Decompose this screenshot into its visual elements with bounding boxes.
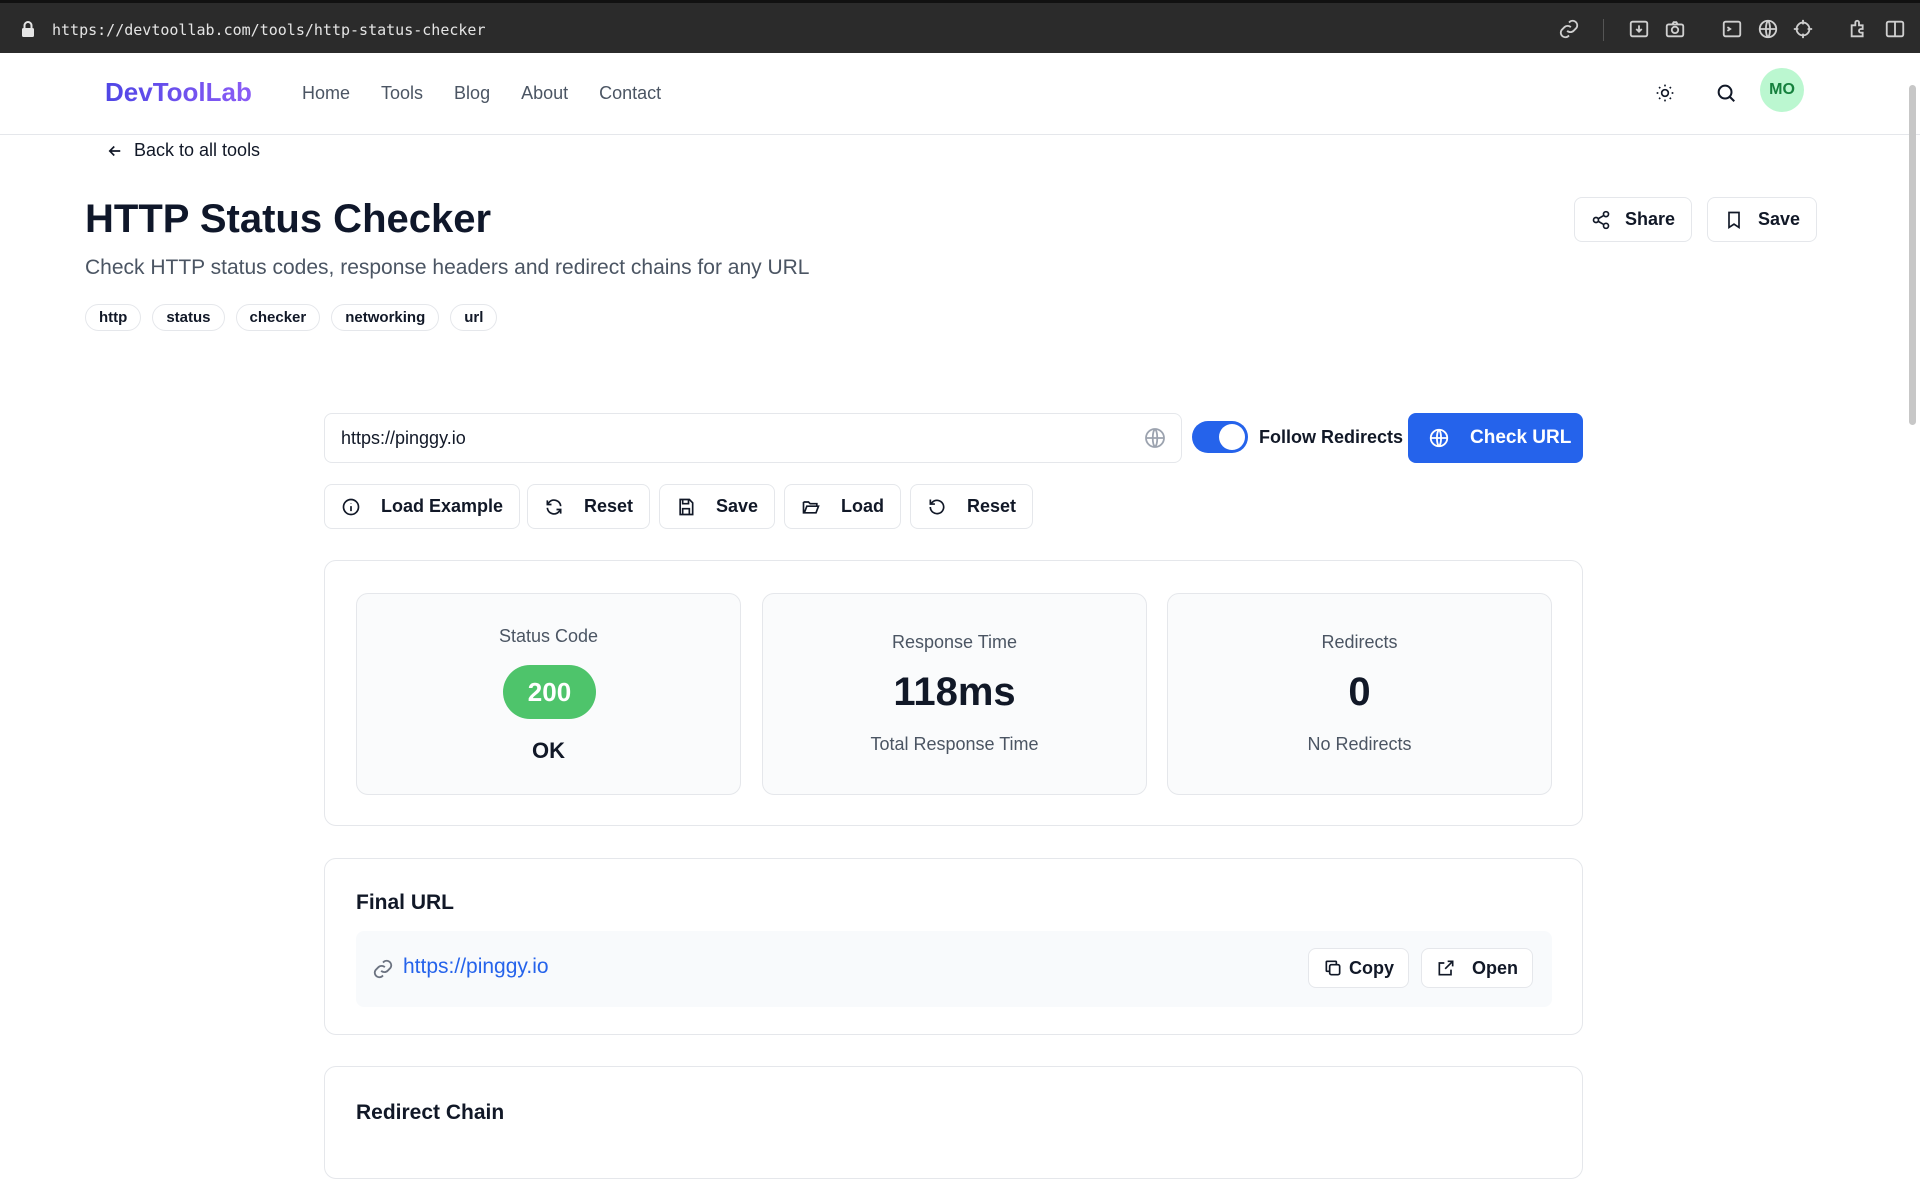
share-icon [1592,210,1610,229]
final-url-panel: Final URL https://pinggy.io Copy Open [324,858,1583,1035]
nav-blog[interactable]: Blog [454,83,490,104]
load-example-button[interactable]: Load Example [324,484,521,529]
redirects-caption: No Redirects [1307,734,1412,754]
reset-all-label: Reset [967,496,1017,516]
external-link-icon [1438,960,1454,976]
load-example-label: Load Example [381,496,504,516]
back-link-label: Back to all tools [134,140,261,160]
nav-home[interactable]: Home [302,83,350,104]
copy-icon [1325,960,1341,976]
link-icon[interactable] [1557,17,1581,41]
download-icon[interactable] [1627,17,1651,41]
response-time-label: Response Time [891,632,1018,652]
status-code-card: Status Code 200 OK [356,593,741,795]
sidebar-toggle-icon[interactable] [1883,17,1907,41]
check-url-button[interactable]: Check URL [1408,413,1583,463]
page-subtitle: Check HTTP status codes, response header… [85,256,810,279]
page-scrollbar[interactable] [1909,85,1916,425]
status-code-badge: 200 [503,665,596,719]
nav-about[interactable]: About [521,83,568,104]
load-button[interactable]: Load [784,484,901,529]
user-avatar[interactable]: MO [1760,68,1804,112]
camera-icon[interactable] [1663,17,1687,41]
globe-icon[interactable] [1756,17,1780,41]
site-header: DevToolLab Home Tools Blog About Contact… [0,53,1920,135]
main-nav: Home Tools Blog About Contact [302,83,661,104]
lock-icon [22,21,34,37]
extensions-icon[interactable] [1847,17,1871,41]
response-time-value: 118ms [893,670,1016,714]
page-title: HTTP Status Checker [85,197,492,241]
reset-button[interactable]: Reset [527,484,651,529]
tag[interactable]: status [152,304,225,331]
address-bar[interactable]: https://devtoollab.com/tools/http-status… [52,21,485,39]
redirects-card: Redirects 0 No Redirects [1167,593,1552,795]
back-link[interactable]: Back to all tools [106,140,260,161]
floppy-disk-icon [679,498,694,515]
tag[interactable]: http [85,304,142,331]
toggle-knob [1219,424,1245,450]
final-url-link[interactable]: https://pinggy.io [403,955,549,979]
redirects-count: 0 [1348,670,1371,714]
theme-toggle-sun-icon[interactable] [1652,80,1678,106]
follow-redirects-label: Follow Redirects [1259,427,1404,447]
status-text: OK [532,738,565,763]
site-logo[interactable]: DevToolLab [105,77,252,108]
bookmark-save-button[interactable]: Save [1707,197,1818,242]
redirect-chain-panel: Redirect Chain [324,1066,1583,1179]
follow-redirects-toggle[interactable] [1192,421,1248,453]
reset-all-button[interactable]: Reset [910,484,1034,529]
nav-tools[interactable]: Tools [381,83,423,104]
tag[interactable]: checker [235,304,321,331]
copy-label: Copy [1349,957,1394,978]
arrow-left-icon [108,145,121,156]
check-url-label: Check URL [1470,427,1572,448]
browser-toolbar: https://devtoollab.com/tools/http-status… [0,0,1920,53]
copy-button[interactable]: Copy [1308,948,1409,988]
bookmark-icon [1728,211,1740,229]
response-time-caption: Total Response Time [870,734,1039,754]
rotate-ccw-icon [929,499,945,514]
redirect-chain-title: Redirect Chain [356,1101,505,1124]
share-button[interactable]: Share [1574,197,1693,242]
final-url-row: https://pinggy.io Copy Open [356,931,1552,1007]
url-input-container [324,413,1182,463]
redirects-label: Redirects [1321,632,1398,652]
final-url-title: Final URL [356,891,454,914]
globe-icon [1429,428,1449,448]
search-icon[interactable] [1713,80,1739,106]
nav-contact[interactable]: Contact [599,83,661,104]
share-label: Share [1625,209,1676,229]
reset-label: Reset [584,496,634,516]
open-button[interactable]: Open [1421,948,1534,988]
crosshair-icon[interactable] [1791,17,1815,41]
save-button[interactable]: Save [659,484,776,529]
globe-icon [1145,428,1165,448]
load-label: Load [841,496,884,516]
url-input[interactable] [341,414,1121,462]
terminal-icon[interactable] [1720,17,1744,41]
response-time-card: Response Time 118ms Total Response Time [762,593,1147,795]
toolbar-divider [1603,19,1604,41]
tag[interactable]: networking [331,304,440,331]
status-code-label: Status Code [498,626,599,646]
tag[interactable]: url [450,304,498,331]
link-icon [373,959,393,979]
save-label: Save [716,496,759,516]
open-label: Open [1472,957,1519,978]
tag-list: http status checker networking url [85,304,498,331]
folder-open-icon [802,500,820,514]
info-icon [342,498,360,515]
results-summary-panel: Status Code 200 OK Response Time 118ms T… [324,560,1583,826]
refresh-icon [546,498,562,515]
save-label: Save [1758,209,1801,229]
